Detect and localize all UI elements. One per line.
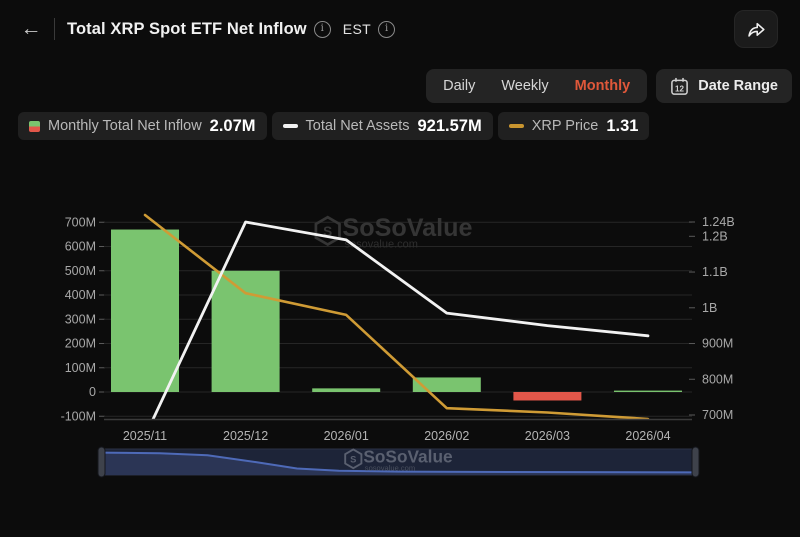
svg-text:100M: 100M: [65, 361, 96, 375]
svg-text:2026/01: 2026/01: [324, 429, 369, 443]
svg-text:sosovalue.com: sosovalue.com: [345, 239, 418, 251]
svg-text:900M: 900M: [702, 337, 733, 351]
legend-item-net-assets[interactable]: Total Net Assets 921.57M: [272, 112, 493, 140]
share-icon: [746, 20, 766, 38]
share-button[interactable]: [734, 10, 778, 48]
legend-label: XRP Price: [532, 118, 599, 134]
navigator-handle-right[interactable]: [692, 447, 699, 477]
svg-text:600M: 600M: [65, 240, 96, 254]
chart-legend: Monthly Total Net Inflow 2.07M Total Net…: [18, 112, 649, 140]
svg-text:S: S: [350, 454, 356, 464]
svg-text:-100M: -100M: [61, 409, 96, 423]
date-range-label: Date Range: [698, 78, 778, 94]
inflow-bar-2026/03[interactable]: [513, 392, 581, 400]
header: ← Total XRP Spot ETF Net Inflow i EST i: [16, 10, 784, 48]
legend-item-net-inflow[interactable]: Monthly Total Net Inflow 2.07M: [18, 112, 267, 140]
svg-text:2026/02: 2026/02: [424, 429, 469, 443]
svg-text:2025/11: 2025/11: [123, 429, 167, 443]
svg-text:2025/12: 2025/12: [223, 429, 268, 443]
page-title: Total XRP Spot ETF Net Inflow: [67, 20, 307, 39]
back-arrow-icon: ←: [21, 17, 42, 41]
navigator[interactable]: SSoSoValuesosovalue.com: [98, 446, 699, 477]
app-root: ← Total XRP Spot ETF Net Inflow i EST i …: [0, 0, 800, 537]
est-label: EST: [343, 21, 371, 37]
svg-text:2026/03: 2026/03: [525, 429, 570, 443]
tab-monthly[interactable]: Monthly: [575, 78, 631, 94]
svg-text:800M: 800M: [702, 372, 733, 386]
inflow-bar-2026/01[interactable]: [312, 388, 380, 392]
legend-value: 2.07M: [210, 117, 256, 136]
tab-daily[interactable]: Daily: [443, 78, 475, 94]
svg-text:1.1B: 1.1B: [702, 265, 728, 279]
gold-dash-swatch-icon: [509, 124, 524, 128]
legend-value: 1.31: [606, 117, 638, 136]
svg-text:1.24B: 1.24B: [702, 215, 735, 229]
x-axis: 2025/11 2025/12 2026/01 2026/02 2026/03 2026/…: [123, 429, 671, 443]
svg-text:1B: 1B: [702, 301, 717, 315]
svg-text:700M: 700M: [702, 408, 733, 422]
svg-text:0: 0: [89, 385, 96, 399]
svg-text:2026/04: 2026/04: [625, 429, 670, 443]
svg-text:300M: 300M: [65, 312, 96, 326]
right-axis: 1.24B1.2B 1.1B 1B 900M 800M 700M: [689, 215, 735, 422]
period-tabs: Daily Weekly Monthly: [426, 69, 647, 103]
inflow-bar-2025/11[interactable]: [111, 230, 179, 392]
svg-text:12: 12: [675, 84, 684, 93]
chart-canvas[interactable]: 700M600M500M400M300M200M100M0-100M1.24B1…: [0, 190, 800, 500]
back-button[interactable]: ←: [16, 14, 46, 44]
legend-item-xrp-price[interactable]: XRP Price 1.31: [498, 112, 650, 140]
date-range-button[interactable]: 12 Date Range: [656, 69, 792, 103]
legend-label: Total Net Assets: [306, 118, 410, 134]
calendar-icon: 12: [670, 77, 689, 96]
divider: [54, 18, 55, 40]
info-icon[interactable]: i: [378, 21, 395, 38]
svg-text:sosovalue.com: sosovalue.com: [365, 463, 415, 472]
navigator-handle-left[interactable]: [98, 447, 105, 477]
info-icon[interactable]: i: [314, 21, 331, 38]
inflow-bar-2026/04[interactable]: [614, 391, 682, 392]
svg-text:1.2B: 1.2B: [702, 229, 728, 243]
white-dash-swatch-icon: [283, 124, 298, 128]
toolbar: Daily Weekly Monthly 12 Date Range: [0, 69, 792, 103]
svg-text:400M: 400M: [65, 288, 96, 302]
legend-value: 921.57M: [418, 117, 482, 136]
svg-text:700M: 700M: [65, 215, 96, 229]
svg-text:200M: 200M: [65, 337, 96, 351]
svg-text:500M: 500M: [65, 264, 96, 278]
inflow-bar-2025/12[interactable]: [212, 271, 280, 392]
legend-label: Monthly Total Net Inflow: [48, 118, 202, 134]
tab-weekly[interactable]: Weekly: [501, 78, 548, 94]
green-red-swatch-icon: [29, 121, 40, 132]
sosovalue-watermark: SSoSoValuesosovalue.com: [316, 214, 473, 251]
left-axis: 700M 600M 500M 400M 300M 200M 100M 0 -100M: [61, 215, 105, 423]
